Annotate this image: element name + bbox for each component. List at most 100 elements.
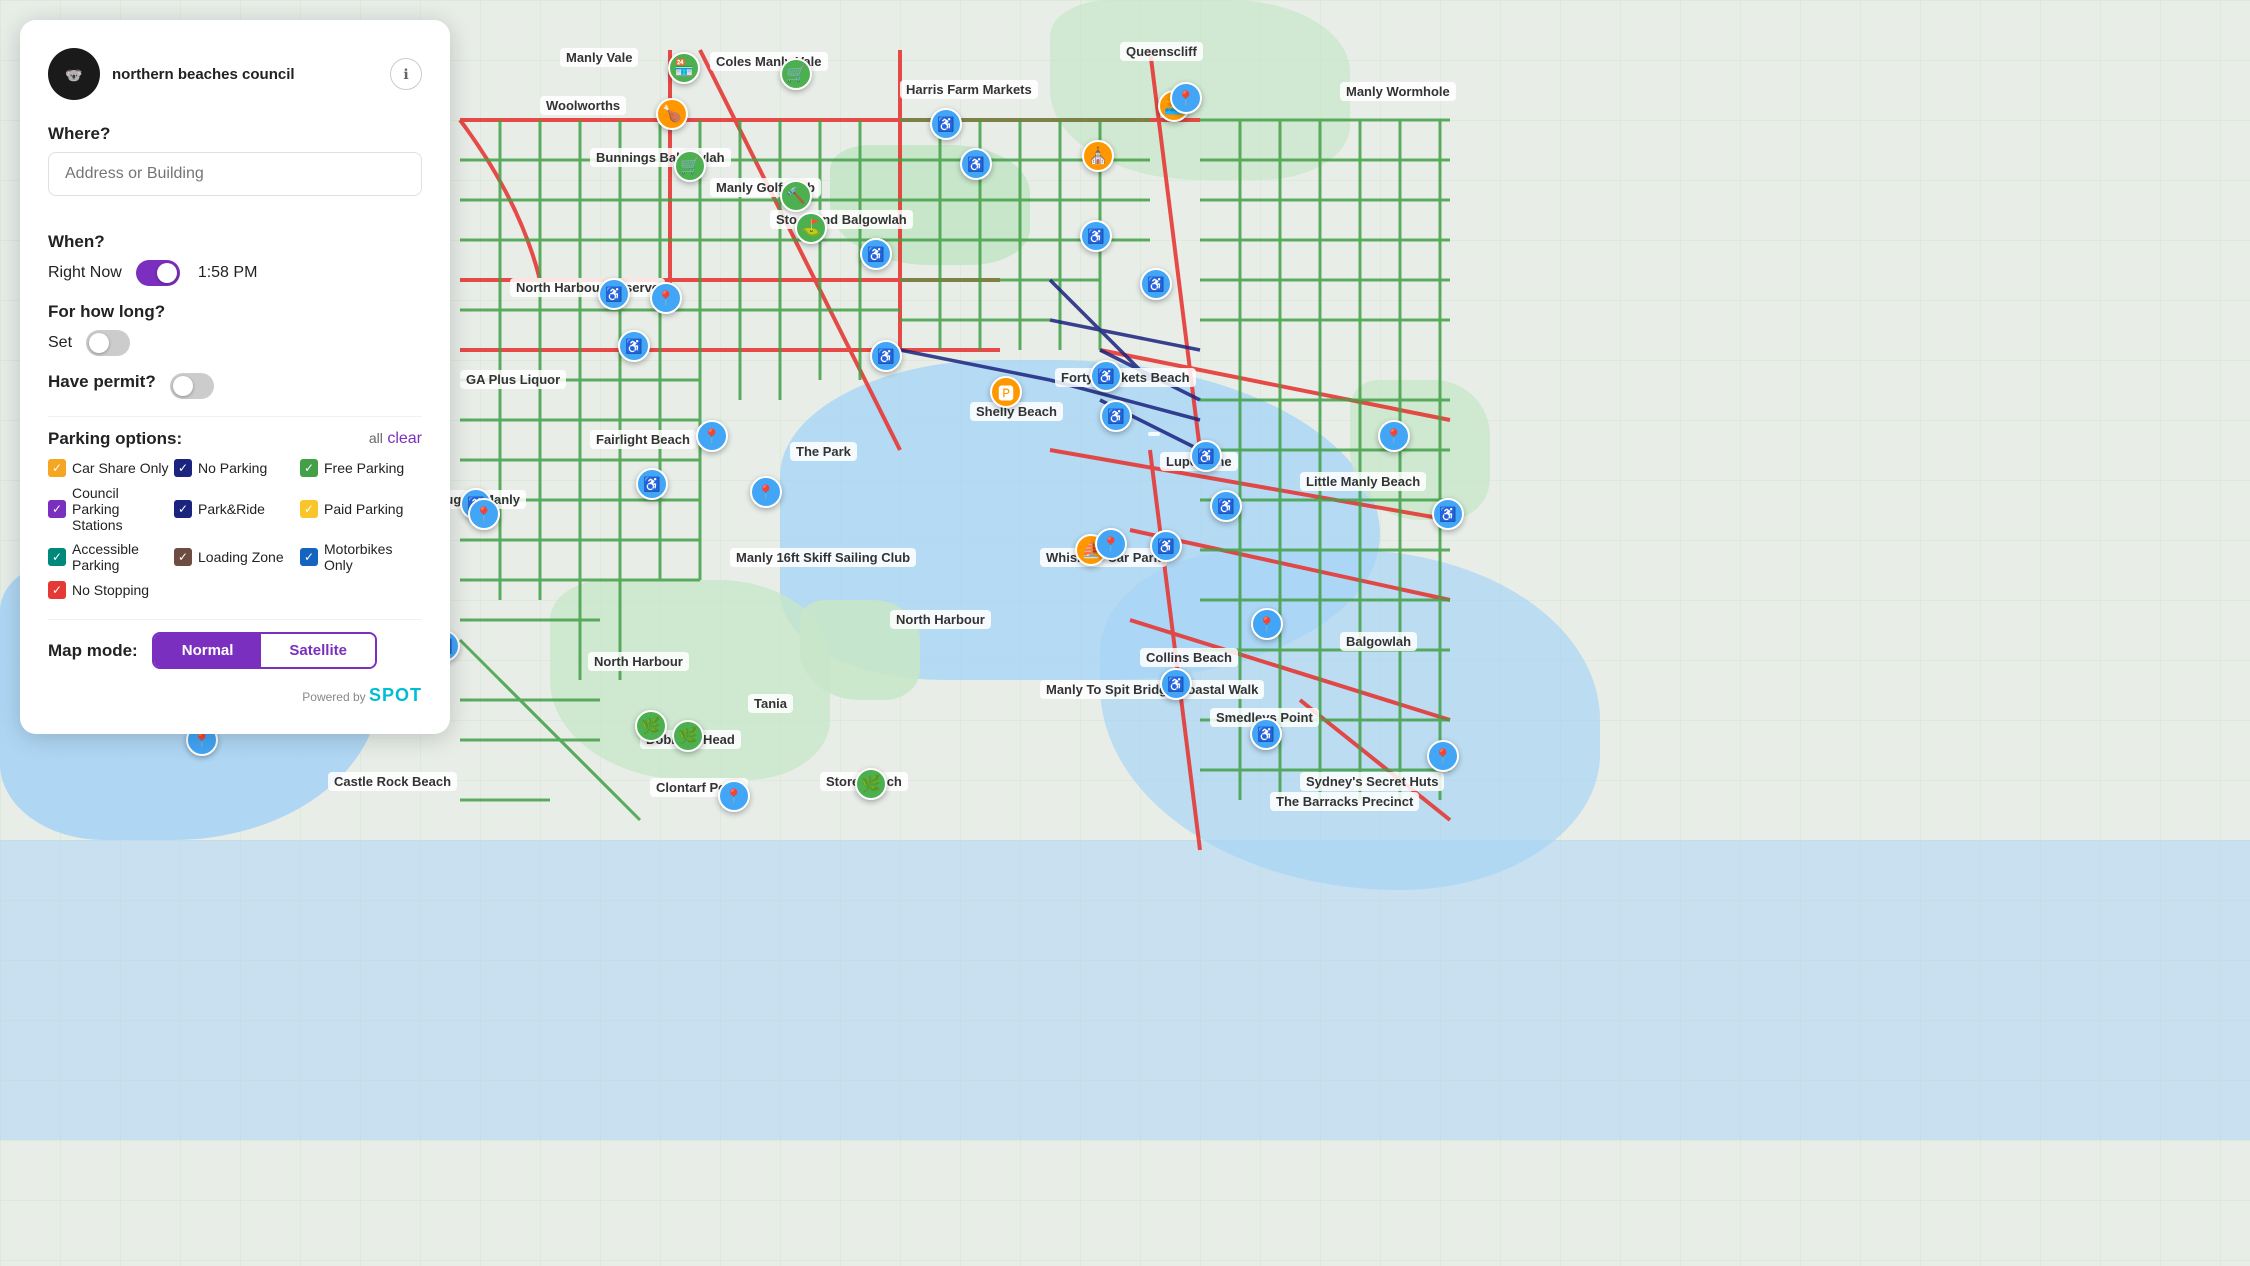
green-pin-coles[interactable]: 🛒 — [780, 58, 812, 90]
accessible-pin-2[interactable]: ♿ — [960, 148, 992, 180]
logo-area: 🐨 northern beaches council — [48, 48, 295, 100]
divider-2 — [48, 619, 422, 620]
option-paid-parking[interactable]: ✓ Paid Parking — [300, 485, 422, 533]
map-label-woolworths: Bunnings Balgowlah — [590, 148, 731, 167]
blue-pin-fairlight[interactable]: 📍 — [696, 420, 728, 452]
option-car-share-label: Car Share Only — [72, 460, 168, 476]
green-pin-tania[interactable]: 🌿 — [635, 710, 667, 742]
checkbox-car-share: ✓ — [48, 459, 66, 477]
map-label-kfc: Woolworths — [540, 96, 626, 115]
permit-toggle[interactable] — [170, 373, 214, 399]
option-accessible[interactable]: ✓ Accessible Parking — [48, 541, 170, 573]
accessible-pin-13[interactable]: ♿ — [1210, 490, 1242, 522]
accessible-pin-5[interactable]: ♿ — [860, 238, 892, 270]
all-label: all — [369, 430, 383, 446]
accessible-pin-6[interactable]: ♿ — [598, 278, 630, 310]
option-loading[interactable]: ✓ Loading Zone — [174, 541, 296, 573]
orange-pin-park[interactable]: 🅿 — [990, 376, 1022, 408]
option-car-share[interactable]: ✓ Car Share Only — [48, 459, 170, 477]
green-pin-woolworths[interactable]: 🛒 — [674, 150, 706, 182]
panel-footer: Powered by SPOT — [48, 685, 422, 706]
option-no-parking-label: No Parking — [198, 460, 267, 476]
panel-header: 🐨 northern beaches council ℹ — [48, 48, 422, 100]
checkbox-no-stopping: ✓ — [48, 581, 66, 599]
orange-pin-kfc[interactable]: 🍗 — [656, 98, 688, 130]
accessible-pin-16[interactable]: ♿ — [1250, 718, 1282, 750]
accessible-pin-9[interactable]: ♿ — [870, 340, 902, 372]
accessible-pin-14[interactable]: ♿ — [1150, 530, 1182, 562]
accessible-pin-4[interactable]: ♿ — [1140, 268, 1172, 300]
parking-options-title: Parking options: — [48, 429, 182, 449]
map-label-balgowlah-heights: North Harbour — [588, 652, 689, 671]
blue-pin-right3[interactable]: 📍 — [1427, 740, 1459, 772]
accessible-pin-12[interactable]: ♿ — [1190, 440, 1222, 472]
clear-link[interactable]: clear — [387, 430, 422, 447]
map-label-stockland: North Harbour Reserve — [510, 278, 665, 297]
blue-pin-1[interactable]: 📍 — [650, 282, 682, 314]
right-now-label: Right Now — [48, 264, 122, 282]
option-no-parking[interactable]: ✓ No Parking — [174, 459, 296, 477]
when-label: When? — [48, 232, 422, 252]
where-label: Where? — [48, 124, 422, 144]
blue-pin-manly[interactable]: 📍 — [468, 498, 500, 530]
map-label-store-beach: The Barracks Precinct — [1270, 792, 1419, 811]
accessible-pin-8[interactable]: ♿ — [636, 468, 668, 500]
accessible-pin-7[interactable]: ♿ — [618, 330, 650, 362]
council-name-text: northern beaches council — [112, 64, 295, 85]
when-section: When? Right Now 1:58 PM — [48, 232, 422, 286]
green-pin-coastal[interactable]: 🌿 — [855, 768, 887, 800]
map-label-manly-vale: Manly Vale — [560, 48, 638, 67]
option-free-parking[interactable]: ✓ Free Parking — [300, 459, 422, 477]
powered-by-text: Powered by — [302, 690, 365, 704]
mode-normal-button[interactable]: Normal — [154, 634, 262, 667]
checkbox-free-parking: ✓ — [300, 459, 318, 477]
option-motorbikes[interactable]: ✓ Motorbikes Only — [300, 541, 422, 573]
green-pin-golf[interactable]: ⛳ — [795, 212, 827, 244]
address-input[interactable] — [48, 152, 422, 196]
permit-toggle-knob — [173, 376, 193, 396]
set-row: Set — [48, 330, 422, 356]
info-icon: ℹ — [403, 66, 408, 83]
green-pin-bunnings[interactable]: 🔨 — [780, 180, 812, 212]
map-label-manly: Balgowlah — [1340, 632, 1417, 651]
blue-pin-right2[interactable]: 📍 — [1378, 420, 1410, 452]
option-council-stations[interactable]: ✓ Council Parking Stations — [48, 485, 170, 533]
map-label-fairlight: The Park — [790, 442, 857, 461]
set-toggle[interactable] — [86, 330, 130, 356]
green-pin-1[interactable]: 🏪 — [668, 52, 700, 84]
accessible-pin-10[interactable]: ♿ — [1090, 360, 1122, 392]
accessible-pin-1[interactable]: ♿ — [930, 108, 962, 140]
accessible-pin-22[interactable]: ♿ — [1432, 498, 1464, 530]
option-park-ride[interactable]: ✓ Park&Ride — [174, 485, 296, 533]
option-motorbikes-label: Motorbikes Only — [324, 541, 422, 573]
option-free-parking-label: Free Parking — [324, 460, 404, 476]
map-label-north-harbour-water: North Harbour — [890, 610, 991, 629]
checkbox-accessible: ✓ — [48, 548, 66, 566]
option-no-stopping[interactable]: ✓ No Stopping — [48, 581, 170, 599]
map-label-smedleys: Manly To Spit Bridge Coastal Walk — [1040, 680, 1264, 699]
checkbox-motorbikes: ✓ — [300, 548, 318, 566]
map-label-queenscliff: Queenscliff — [1120, 42, 1203, 61]
options-grid: ✓ Car Share Only ✓ No Parking ✓ Free Par… — [48, 459, 422, 599]
mode-satellite-button[interactable]: Satellite — [261, 634, 375, 667]
right-now-toggle[interactable] — [136, 260, 180, 286]
blue-pin-right1[interactable]: 📍 — [1251, 608, 1283, 640]
accessible-pin-11[interactable]: ♿ — [1100, 400, 1132, 432]
howlong-label: For how long? — [48, 302, 422, 322]
orange-pin-holy[interactable]: ⛪ — [1082, 140, 1114, 172]
council-logo: 🐨 — [48, 48, 100, 100]
checkbox-park-ride: ✓ — [174, 500, 192, 518]
blue-pin-top[interactable]: 📍 — [1170, 82, 1202, 114]
parking-options-section: Parking options: all clear ✓ Car Share O… — [48, 429, 422, 599]
map-label-lupe — [1148, 432, 1160, 436]
blue-pin-huts[interactable]: 📍 — [718, 780, 750, 812]
blue-pin-manly2[interactable]: 📍 — [1095, 528, 1127, 560]
green-pin-tania2[interactable]: 🌿 — [672, 720, 704, 752]
permit-label: Have permit? — [48, 372, 156, 392]
blue-pin-nb[interactable]: 📍 — [750, 476, 782, 508]
info-button[interactable]: ℹ — [390, 58, 422, 90]
map-label-manly-wormhole: Manly Wormhole — [1340, 82, 1456, 101]
map-mode-section: Map mode: Normal Satellite — [48, 632, 422, 669]
accessible-pin-3[interactable]: ♿ — [1080, 220, 1112, 252]
accessible-pin-15[interactable]: ♿ — [1160, 668, 1192, 700]
